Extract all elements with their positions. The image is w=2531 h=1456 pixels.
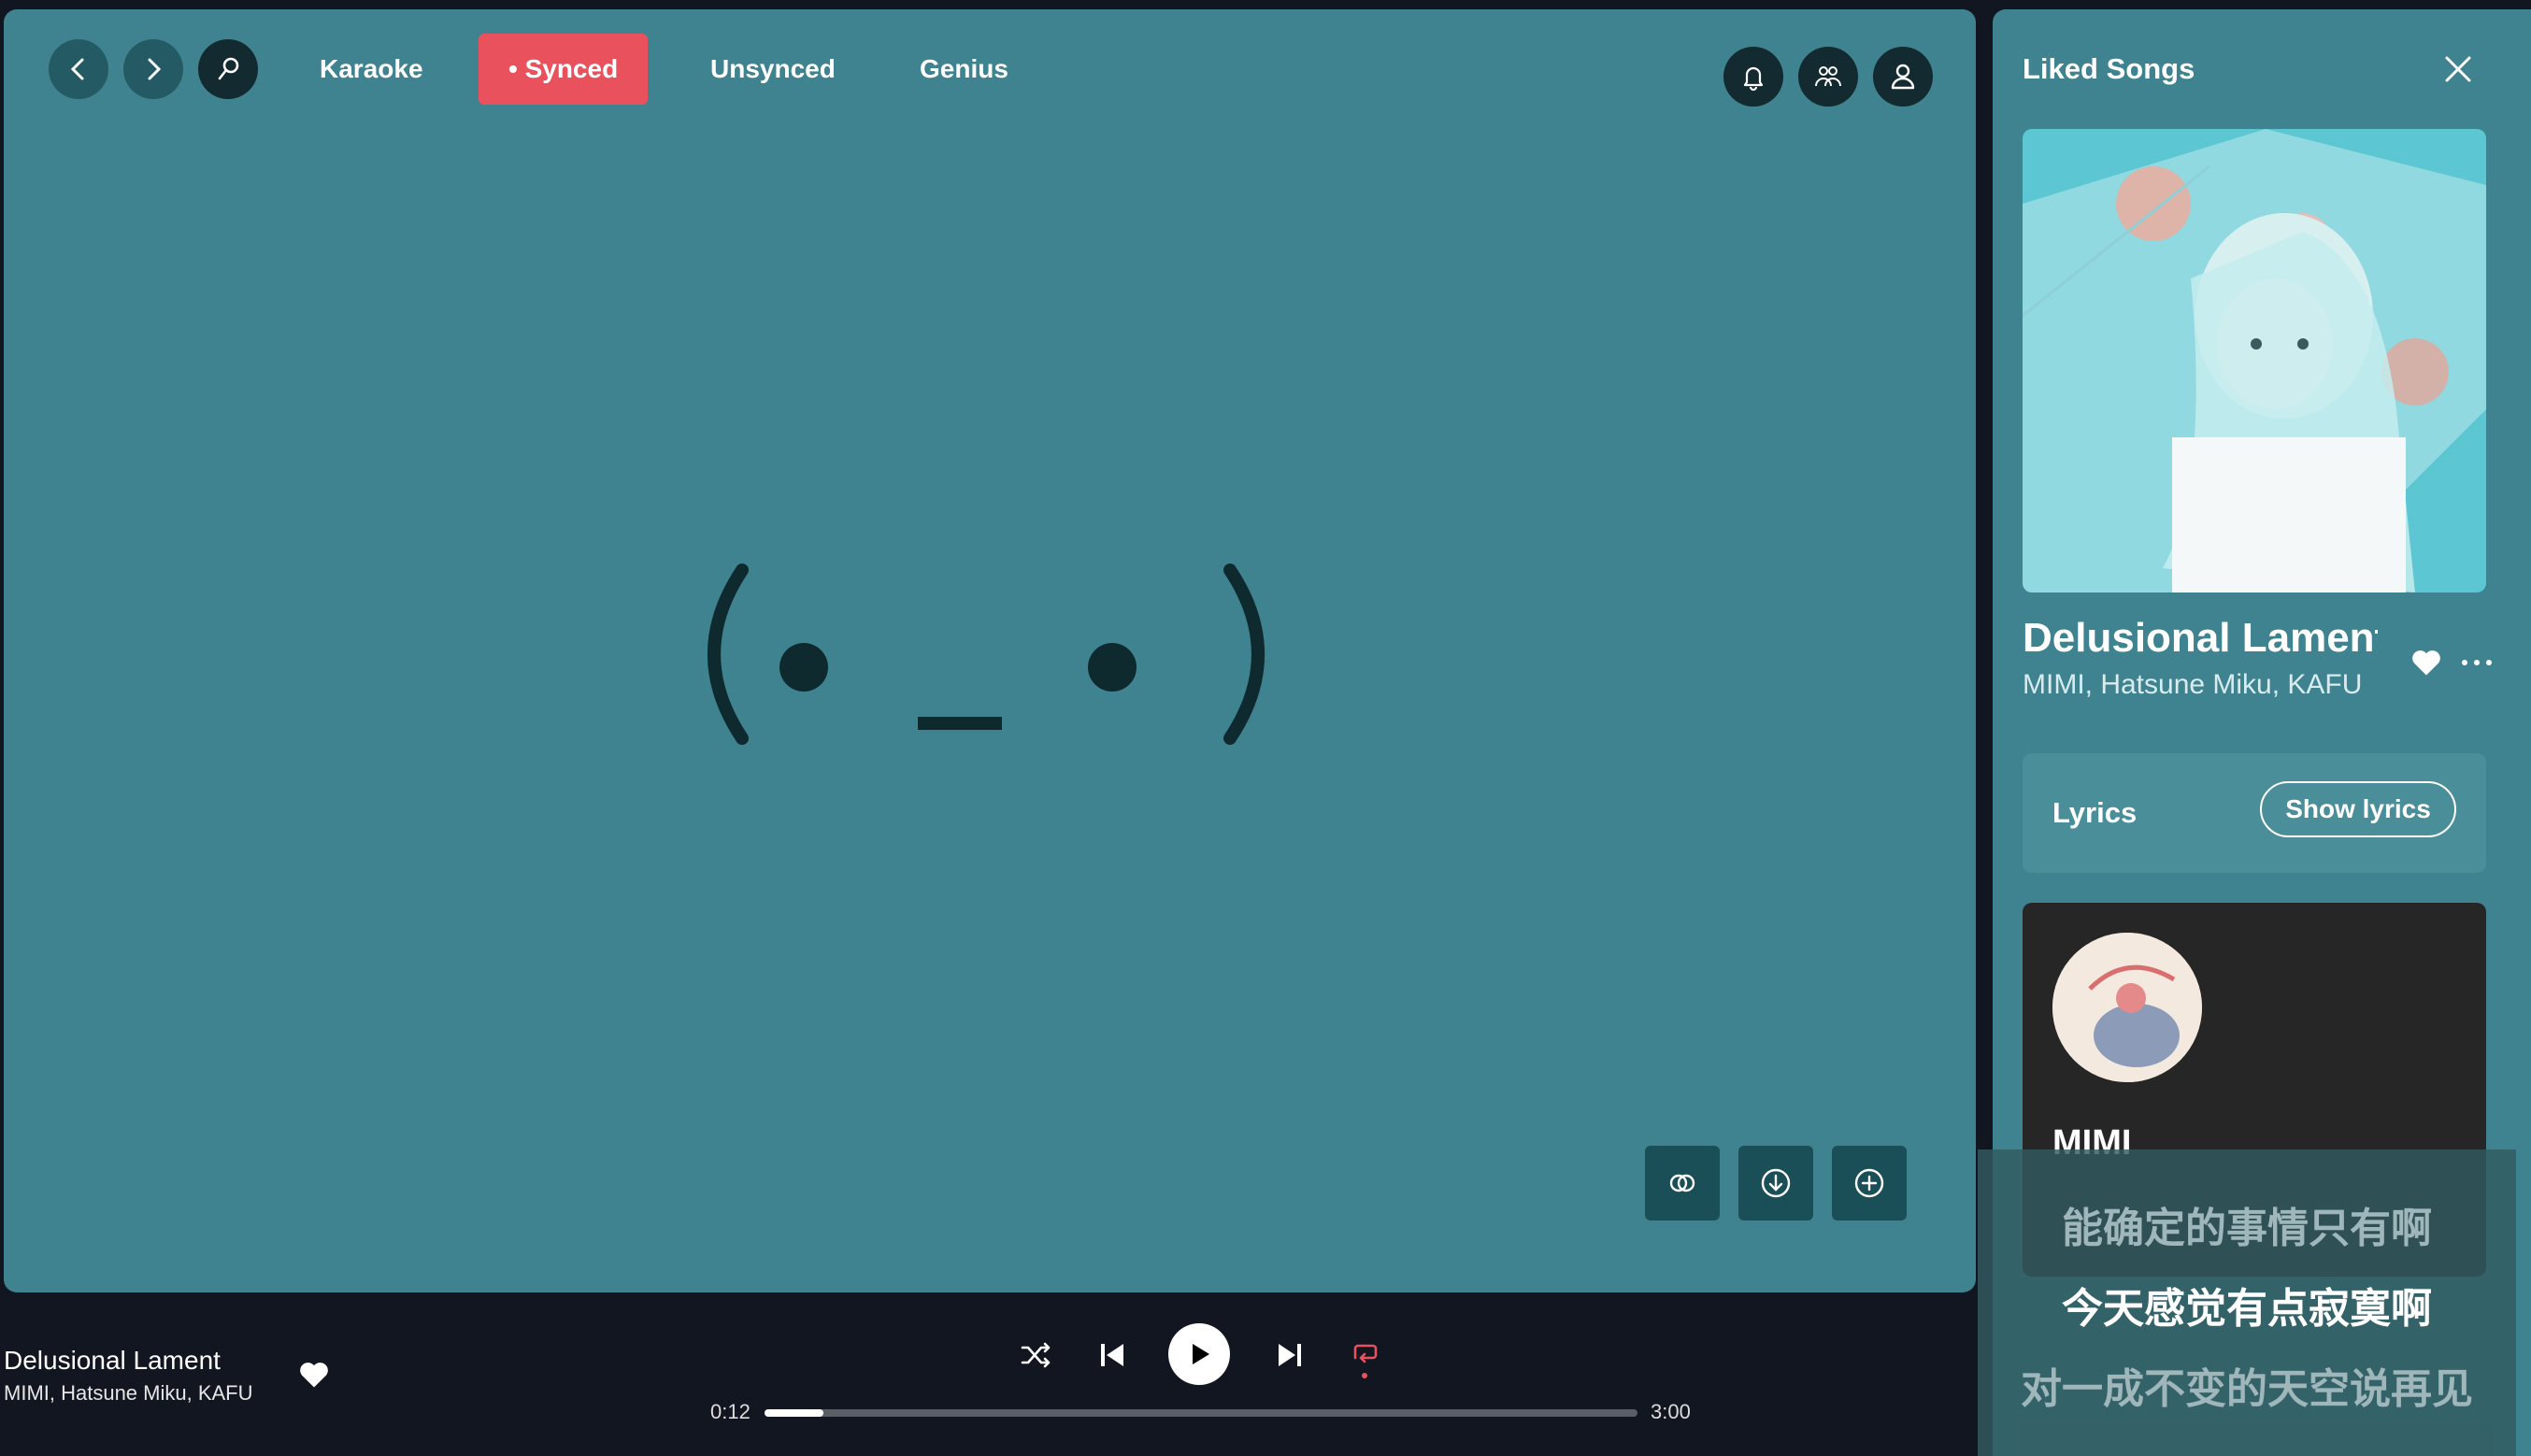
heart-icon[interactable] bbox=[2409, 647, 2443, 677]
panel-title: Liked Songs bbox=[2023, 52, 2195, 85]
friend-activity-button[interactable] bbox=[1798, 47, 1858, 107]
shuffle-button[interactable] bbox=[1017, 1336, 1054, 1374]
more-options-icon[interactable] bbox=[2460, 658, 2494, 667]
artist-avatar bbox=[2052, 933, 2202, 1082]
compare-icon bbox=[1669, 1174, 1695, 1192]
lyrics-view: Karaoke • Synced Unsynced Genius bbox=[4, 9, 1976, 1292]
next-button[interactable] bbox=[1269, 1335, 1310, 1376]
repeat-button[interactable] bbox=[1344, 1335, 1385, 1383]
lyric-line-next: 对一成不变的天空说再见 bbox=[2021, 1366, 2473, 1412]
top-bar: Karaoke • Synced Unsynced Genius bbox=[4, 9, 1976, 131]
lyric-line-current: 今天感觉有点寂寞啊 bbox=[2062, 1286, 2432, 1332]
play-icon bbox=[1193, 1344, 1209, 1364]
lyrics-card-label: Lyrics bbox=[2052, 796, 2138, 829]
progress-bar[interactable] bbox=[765, 1409, 1637, 1417]
shuffle-icon bbox=[1021, 1342, 1051, 1368]
like-heart-icon[interactable] bbox=[297, 1359, 331, 1389]
download-icon bbox=[1761, 1168, 1791, 1198]
tab-synced[interactable]: • Synced bbox=[479, 34, 649, 105]
back-button[interactable] bbox=[49, 39, 108, 99]
compare-button[interactable] bbox=[1645, 1146, 1720, 1220]
profile-button[interactable] bbox=[1873, 47, 1933, 107]
progress-fill bbox=[765, 1409, 823, 1417]
search-button[interactable] bbox=[198, 39, 258, 99]
previous-icon bbox=[1101, 1344, 1123, 1366]
back-icon bbox=[70, 58, 84, 80]
duration-time: 3:00 bbox=[1651, 1400, 1691, 1423]
friends-icon bbox=[1815, 66, 1841, 87]
elapsed-time: 0:12 bbox=[710, 1400, 751, 1423]
album-cover bbox=[2023, 129, 2486, 592]
empty-lyrics-face bbox=[686, 551, 1284, 757]
tab-karaoke[interactable]: Karaoke bbox=[290, 34, 453, 105]
repeat-icon bbox=[1353, 1344, 1378, 1363]
tab-genius[interactable]: Genius bbox=[890, 34, 1038, 105]
play-button[interactable] bbox=[1168, 1323, 1230, 1385]
search-icon bbox=[218, 57, 239, 80]
add-lyrics-button[interactable] bbox=[1832, 1146, 1907, 1220]
repeat-active-dot bbox=[1362, 1373, 1367, 1378]
user-icon bbox=[1891, 64, 1915, 90]
bell-icon bbox=[1743, 66, 1764, 92]
close-icon[interactable] bbox=[2439, 50, 2477, 88]
now-playing-title[interactable]: Delusional Lament bbox=[4, 1346, 221, 1376]
previous-button[interactable] bbox=[1092, 1335, 1133, 1376]
lyric-line-previous: 能确定的事情只有啊 bbox=[2062, 1206, 2432, 1251]
tab-unsynced[interactable]: Unsynced bbox=[680, 34, 865, 105]
kaomoji-graphic bbox=[708, 564, 1265, 745]
forward-button[interactable] bbox=[123, 39, 183, 99]
now-playing-artists[interactable]: MIMI, Hatsune Miku, KAFU bbox=[4, 1381, 253, 1406]
lyrics-overlay: 能确定的事情只有啊 今天感觉有点寂寞啊 对一成不变的天空说再见 bbox=[1978, 1149, 2516, 1456]
show-lyrics-button[interactable]: Show lyrics bbox=[2260, 781, 2456, 837]
lyrics-card: Lyrics Show lyrics bbox=[2023, 753, 2486, 873]
next-icon bbox=[1279, 1344, 1301, 1366]
download-lyrics-button[interactable] bbox=[1738, 1146, 1813, 1220]
song-title[interactable]: Delusional Lament bbox=[2023, 615, 2378, 662]
notifications-button[interactable] bbox=[1723, 47, 1783, 107]
song-artists[interactable]: MIMI, Hatsune Miku, KAFU bbox=[2023, 669, 2378, 701]
forward-icon bbox=[148, 58, 162, 80]
add-icon bbox=[1854, 1168, 1884, 1198]
